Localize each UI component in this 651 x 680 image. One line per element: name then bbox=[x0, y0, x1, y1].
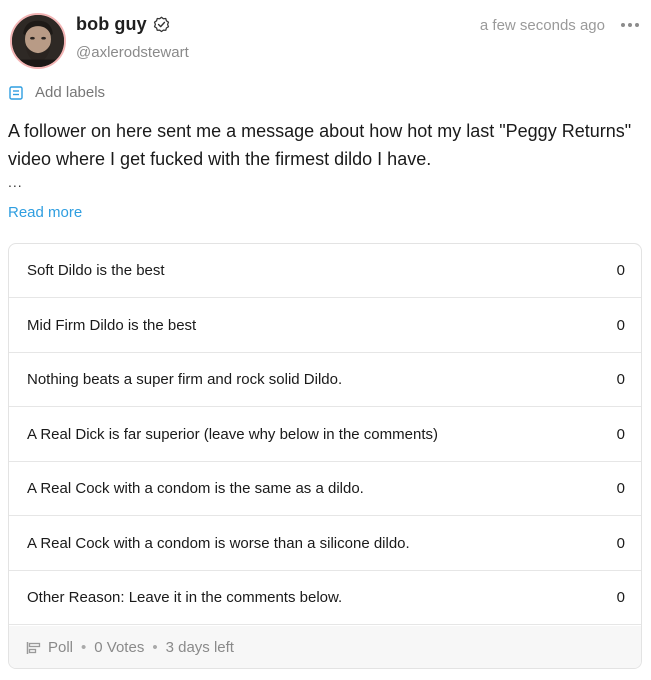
poll-option-count: 0 bbox=[616, 480, 625, 497]
more-options-icon[interactable] bbox=[619, 17, 641, 33]
verified-badge-icon bbox=[153, 16, 170, 33]
poll: Soft Dildo is the best 0 Mid Firm Dildo … bbox=[8, 243, 642, 669]
poll-option-count: 0 bbox=[616, 425, 625, 443]
poll-option-count: 0 bbox=[616, 316, 625, 334]
author-row: bob guy bbox=[76, 14, 170, 35]
poll-option[interactable]: A Real Cock with a condom is worse than … bbox=[9, 517, 641, 571]
avatar-image bbox=[12, 15, 64, 67]
poll-option[interactable]: A Real Cock with a condom is the same as… bbox=[9, 462, 641, 516]
add-labels-button[interactable]: Add labels bbox=[9, 84, 105, 101]
label-icon bbox=[9, 85, 23, 100]
post-timestamp[interactable]: a few seconds ago bbox=[480, 17, 605, 34]
author-handle[interactable]: @axlerodstewart bbox=[76, 44, 189, 61]
poll-option-count: 0 bbox=[616, 371, 625, 388]
author-display-name[interactable]: bob guy bbox=[76, 14, 147, 35]
post-text: A follower on here sent me a message abo… bbox=[8, 121, 632, 169]
add-labels-label: Add labels bbox=[35, 84, 106, 101]
footer-separator: • bbox=[81, 639, 87, 656]
poll-option-label: A Real Dick is far superior (leave why b… bbox=[27, 425, 438, 443]
poll-option[interactable]: Nothing beats a super firm and rock soli… bbox=[9, 353, 641, 407]
poll-option-count: 0 bbox=[616, 534, 625, 552]
poll-vote-count: 0 Votes bbox=[94, 639, 145, 656]
poll-icon bbox=[26, 641, 42, 655]
footer-separator: • bbox=[152, 639, 158, 656]
post-ellipsis: ... bbox=[8, 174, 23, 190]
poll-option-label: Soft Dildo is the best bbox=[27, 262, 165, 279]
poll-option-label: Nothing beats a super firm and rock soli… bbox=[27, 371, 343, 388]
poll-option[interactable]: Other Reason: Leave it in the comments b… bbox=[9, 571, 641, 625]
post-card: bob guy @axlerodstewart a few seconds ag… bbox=[0, 0, 651, 680]
avatar[interactable] bbox=[10, 13, 66, 69]
read-more-link[interactable]: Read more bbox=[8, 204, 82, 221]
poll-option-label: A Real Cock with a condom is the same as… bbox=[27, 480, 364, 497]
poll-footer: Poll • 0 Votes • 3 days left bbox=[9, 626, 641, 668]
poll-option[interactable]: Soft Dildo is the best 0 bbox=[9, 244, 641, 298]
poll-option-label: Mid Firm Dildo is the best bbox=[27, 316, 197, 334]
poll-option-count: 0 bbox=[616, 589, 625, 606]
poll-time-left: 3 days left bbox=[165, 639, 234, 656]
poll-option-label: Other Reason: Leave it in the comments b… bbox=[27, 589, 343, 606]
poll-option-count: 0 bbox=[616, 262, 625, 279]
poll-option[interactable]: Mid Firm Dildo is the best 0 bbox=[9, 299, 641, 353]
poll-option-label: A Real Cock with a condom is worse than … bbox=[27, 534, 410, 552]
poll-type-label: Poll bbox=[48, 639, 74, 656]
poll-option[interactable]: A Real Dick is far superior (leave why b… bbox=[9, 408, 641, 462]
